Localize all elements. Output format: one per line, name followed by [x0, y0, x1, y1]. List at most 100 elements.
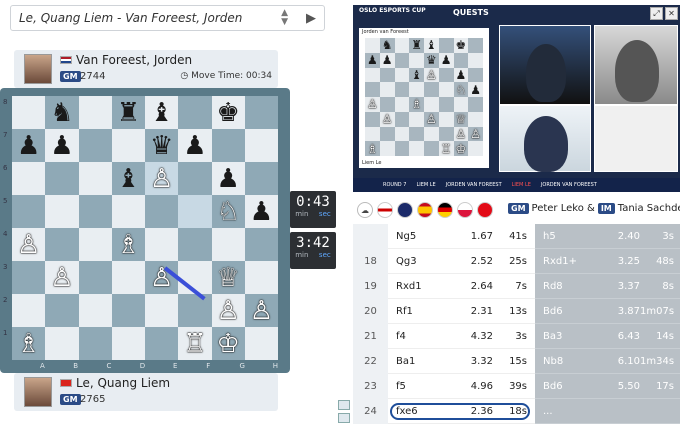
square-h5[interactable]: ♟ [244, 195, 278, 228]
square-c2[interactable] [78, 294, 112, 327]
square-a3[interactable] [12, 261, 46, 294]
chess-piece[interactable]: ♞ [50, 100, 73, 126]
square-d1[interactable] [111, 327, 145, 360]
game-select[interactable]: Le, Quang Liem - Van Foreest, Jorden ▲ ▼ [10, 5, 325, 31]
square-b1[interactable] [45, 327, 79, 360]
chess-piece[interactable]: ♙ [50, 265, 73, 291]
chess-piece[interactable]: ♙ [216, 298, 239, 324]
settings-icon[interactable] [338, 413, 350, 423]
chess-piece[interactable]: ♔ [216, 331, 239, 357]
black-move[interactable]: Bd6 5.50 17s [535, 374, 680, 399]
chess-piece[interactable]: ♕ [216, 265, 239, 291]
spain-flag-icon[interactable] [417, 202, 433, 218]
chess-piece[interactable]: ♟ [216, 166, 239, 192]
square-c6[interactable] [78, 162, 112, 195]
square-h1[interactable] [244, 327, 278, 360]
square-e4[interactable] [145, 228, 179, 261]
commentary-icon[interactable]: ☁ [357, 202, 373, 218]
close-icon[interactable]: ✕ [665, 7, 678, 20]
square-g2[interactable]: ♙ [211, 294, 245, 327]
square-a5[interactable] [12, 195, 46, 228]
square-b2[interactable] [45, 294, 79, 327]
square-h6[interactable] [244, 162, 278, 195]
square-c4[interactable] [78, 228, 112, 261]
square-a1[interactable]: ♗ [12, 327, 46, 360]
move-list[interactable]: ▲ Ng51.6741sh52.403s18Qg32.5225sRxd1+3.2… [353, 224, 680, 425]
chess-piece[interactable]: ♙ [17, 232, 40, 258]
white-move[interactable]: Rf1 2.31 13s [388, 299, 535, 324]
square-g3[interactable]: ♕ [211, 261, 245, 294]
square-e5[interactable] [145, 195, 179, 228]
square-f7[interactable]: ♟ [178, 129, 212, 162]
chess-piece[interactable]: ♝ [150, 100, 173, 126]
square-e8[interactable]: ♝ [145, 96, 179, 129]
square-b4[interactable] [45, 228, 79, 261]
expand-icon[interactable]: ⤢ [650, 7, 663, 20]
square-d5[interactable] [111, 195, 145, 228]
chess-piece[interactable]: ♗ [117, 232, 140, 258]
white-move[interactable]: Qg3 2.52 25s [388, 249, 535, 274]
square-d8[interactable]: ♜ [111, 96, 145, 129]
square-h2[interactable]: ♙ [244, 294, 278, 327]
move-row[interactable]: 23 f5 4.96 39s Bd6 5.50 17s [353, 374, 680, 399]
square-a2[interactable] [12, 294, 46, 327]
poland-flag-icon[interactable] [457, 202, 473, 218]
white-move[interactable]: Ng5 1.67 41s [388, 224, 535, 249]
square-a4[interactable]: ♙ [12, 228, 46, 261]
square-e6[interactable]: ♙ [145, 162, 179, 195]
move-row[interactable]: 21 f4 4.32 3s Ba3 6.43 14s [353, 324, 680, 349]
chess-piece[interactable]: ♟ [17, 133, 40, 159]
english-flag-icon[interactable] [377, 202, 393, 218]
square-g6[interactable]: ♟ [211, 162, 245, 195]
square-b6[interactable] [45, 162, 79, 195]
square-a6[interactable] [12, 162, 46, 195]
germany-flag-icon[interactable] [437, 202, 453, 218]
square-b5[interactable] [45, 195, 79, 228]
move-row[interactable]: 24 fxe6 2.36 18s... [353, 399, 680, 424]
white-move[interactable]: Rxd1 2.64 7s [388, 274, 535, 299]
white-move[interactable]: f4 4.32 3s [388, 324, 535, 349]
black-move[interactable]: Nb8 6.10 1m34s [535, 349, 680, 374]
square-g7[interactable] [211, 129, 245, 162]
square-f6[interactable] [178, 162, 212, 195]
move-row[interactable]: 18 Qg3 2.52 25s Rxd1+ 3.25 48s [353, 249, 680, 274]
square-h7[interactable] [244, 129, 278, 162]
chess-piece[interactable]: ♗ [17, 331, 40, 357]
game-stepper-icon[interactable]: ▲ ▼ [281, 9, 288, 27]
uk-flag-icon[interactable] [397, 202, 413, 218]
chess-piece[interactable]: ♝ [117, 166, 140, 192]
chess-piece[interactable]: ♟ [50, 133, 73, 159]
square-f2[interactable] [178, 294, 212, 327]
square-g8[interactable]: ♚ [211, 96, 245, 129]
move-row[interactable]: 19 Rxd1 2.64 7s Rd8 3.37 8s [353, 274, 680, 299]
white-move[interactable]: f5 4.96 39s [388, 374, 535, 399]
square-d3[interactable] [111, 261, 145, 294]
square-g4[interactable] [211, 228, 245, 261]
square-d4[interactable]: ♗ [111, 228, 145, 261]
square-a7[interactable]: ♟ [12, 129, 46, 162]
square-h4[interactable] [244, 228, 278, 261]
turkey-flag-icon[interactable] [477, 202, 493, 218]
square-f1[interactable]: ♖ [178, 327, 212, 360]
square-b8[interactable]: ♞ [45, 96, 79, 129]
black-move[interactable]: h5 2.40 3s [535, 224, 680, 249]
fullscreen-icon[interactable] [338, 400, 350, 410]
square-c1[interactable] [78, 327, 112, 360]
square-d7[interactable] [111, 129, 145, 162]
square-g1[interactable]: ♔ [211, 327, 245, 360]
square-b7[interactable]: ♟ [45, 129, 79, 162]
next-game-button[interactable]: ▶ [296, 5, 326, 31]
black-move[interactable]: Rd8 3.37 8s [535, 274, 680, 299]
white-move[interactable]: fxe6 2.36 18s [388, 399, 535, 424]
chess-piece[interactable]: ♙ [250, 298, 273, 324]
square-c5[interactable] [78, 195, 112, 228]
square-g5[interactable]: ♘ [211, 195, 245, 228]
square-e1[interactable] [145, 327, 179, 360]
square-f8[interactable] [178, 96, 212, 129]
square-c7[interactable] [78, 129, 112, 162]
white-move[interactable]: Ba1 3.32 15s [388, 349, 535, 374]
chess-piece[interactable]: ♖ [183, 331, 206, 357]
square-h3[interactable] [244, 261, 278, 294]
square-e7[interactable]: ♛ [145, 129, 179, 162]
chess-piece[interactable]: ♚ [216, 100, 239, 126]
